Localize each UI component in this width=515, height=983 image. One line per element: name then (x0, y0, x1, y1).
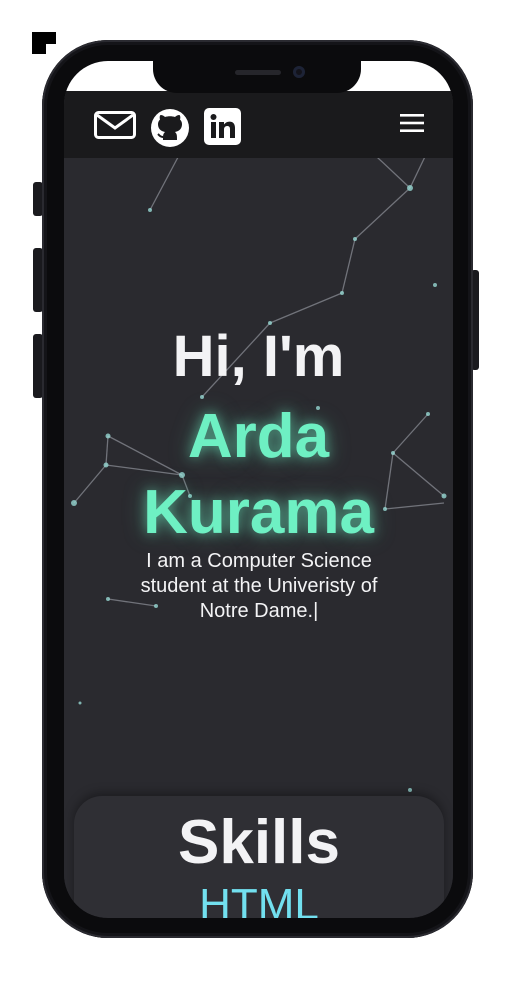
phone-screen: Hi, I'm Arda Kurama I am a Computer Scie… (64, 61, 453, 918)
hero-description: I am a Computer Science student at the U… (114, 549, 404, 624)
github-icon[interactable] (150, 108, 190, 148)
typing-cursor: | (313, 600, 319, 622)
speaker-grille (235, 70, 281, 75)
skills-card: Skills HTML (74, 796, 444, 918)
portfolio-page[interactable]: Hi, I'm Arda Kurama I am a Computer Scie… (64, 91, 453, 918)
hero-greeting: Hi, I'm (172, 324, 345, 389)
notch (153, 61, 361, 93)
skill-item: HTML (199, 880, 319, 918)
linkedin-icon[interactable] (204, 108, 241, 145)
hero-last-name: Kurama (143, 478, 374, 547)
menu-icon[interactable] (400, 113, 424, 133)
top-navbar (64, 91, 453, 158)
hero-first-name: Arda (187, 402, 330, 471)
mail-icon[interactable] (94, 111, 136, 139)
front-camera (293, 66, 305, 78)
hero-description-text: I am a Computer Science student at the U… (140, 550, 378, 622)
skills-title: Skills (178, 808, 340, 877)
hero-name: Arda Kurama (64, 399, 453, 551)
corner-mark (32, 32, 60, 58)
